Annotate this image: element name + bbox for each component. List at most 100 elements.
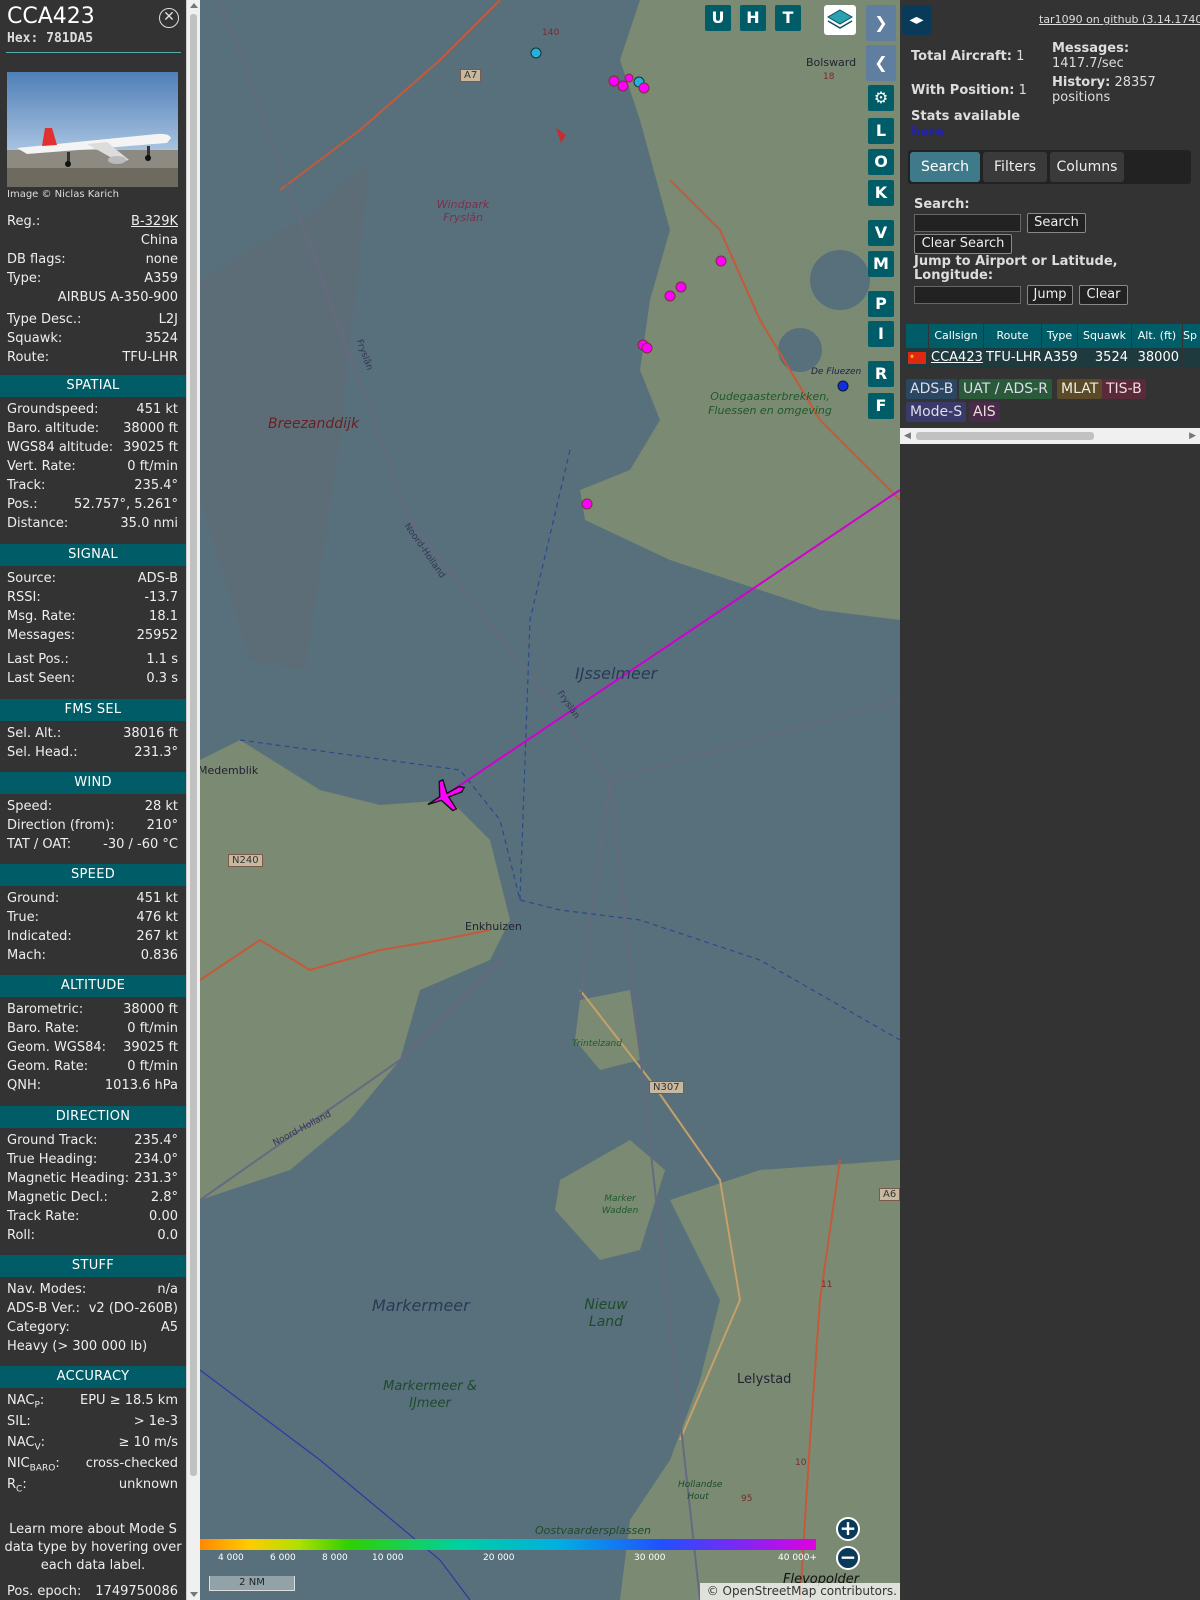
info-label[interactable]: RSSI: <box>7 590 41 605</box>
info-label[interactable]: NICBARO: <box>7 1456 60 1474</box>
expand-sidebar-button[interactable]: ◂▸ <box>902 5 931 35</box>
info-value[interactable]: B-329K <box>131 214 178 229</box>
info-label[interactable]: Speed: <box>7 799 52 814</box>
info-label[interactable]: Vert. Rate: <box>7 459 76 474</box>
info-label[interactable]: Indicated: <box>7 929 72 944</box>
info-label[interactable]: Geom. WGS84: <box>7 1040 106 1055</box>
clear-search-button[interactable]: Clear Search <box>914 234 1012 254</box>
info-label[interactable]: WGS84 altitude: <box>7 440 113 455</box>
scroll-left-icon[interactable]: ◀ <box>904 431 911 441</box>
map-button-p[interactable]: P <box>868 291 894 317</box>
section-header-speed[interactable]: SPEED <box>0 864 186 886</box>
map-button-r[interactable]: R <box>868 361 894 387</box>
info-label[interactable]: Direction (from): <box>7 818 115 833</box>
tab-filters[interactable]: Filters <box>983 152 1047 182</box>
map-button-i[interactable]: I <box>868 321 894 347</box>
search-input[interactable] <box>914 214 1021 232</box>
section-header-accuracy[interactable]: ACCURACY <box>0 1366 186 1388</box>
info-label[interactable]: Category: <box>7 1320 70 1335</box>
jump-button[interactable]: Jump <box>1027 285 1073 305</box>
info-label[interactable]: Track Rate: <box>7 1209 79 1224</box>
info-label[interactable]: Groundspeed: <box>7 402 98 417</box>
map-button-h[interactable]: H <box>740 5 766 31</box>
section-header-stuff[interactable]: STUFF <box>0 1255 186 1277</box>
info-label[interactable]: True: <box>7 910 39 925</box>
info-label[interactable]: Sel. Head.: <box>7 745 78 760</box>
info-label[interactable]: ADS-B Ver.: <box>7 1301 80 1316</box>
layers-button[interactable] <box>824 5 856 35</box>
info-label[interactable]: Last Seen: <box>7 671 75 686</box>
map-view[interactable]: Bolsward Windpark Fryslân Breezanddijk F… <box>200 0 900 1600</box>
map-button-v[interactable]: V <box>868 220 894 246</box>
table-row[interactable] <box>906 348 928 368</box>
info-label[interactable]: Magnetic Heading: <box>7 1171 129 1186</box>
table-cell-squawk[interactable]: 3524 <box>1078 348 1131 368</box>
table-header-altitude[interactable]: Alt. (ft) <box>1132 324 1182 348</box>
scrollbar-thumb[interactable] <box>190 14 197 1476</box>
clear-button[interactable]: Clear <box>1079 285 1128 305</box>
info-label[interactable]: True Heading: <box>7 1152 97 1167</box>
info-label[interactable]: Ground: <box>7 891 59 906</box>
section-header-altitude[interactable]: ALTITUDE <box>0 975 186 997</box>
badge-ais[interactable]: AIS <box>969 402 1000 422</box>
info-label[interactable]: Last Pos.: <box>7 652 69 667</box>
table-cell-callsign[interactable]: CCA423 <box>929 348 983 368</box>
github-link[interactable]: tar1090 on github (3.14.1740) <box>1039 13 1200 26</box>
stats-link[interactable]: here <box>911 125 944 140</box>
info-label[interactable]: Baro. altitude: <box>7 421 99 436</box>
section-header-spatial[interactable]: SPATIAL <box>0 375 186 397</box>
hscroll-thumb[interactable] <box>916 432 1094 440</box>
selected-aircraft-icon[interactable] <box>424 776 468 816</box>
tab-columns[interactable]: Columns <box>1050 152 1124 182</box>
map-button-f[interactable]: F <box>868 393 894 419</box>
next-button[interactable]: ❯ <box>866 5 896 41</box>
map-button-k[interactable]: K <box>868 180 894 206</box>
scroll-up-icon[interactable] <box>190 3 198 8</box>
table-header-speed[interactable]: Sp <box>1183 324 1200 348</box>
search-button[interactable]: Search <box>1027 213 1086 233</box>
info-label[interactable]: Magnetic Decl.: <box>7 1190 108 1205</box>
info-label[interactable]: Source: <box>7 571 56 586</box>
info-label[interactable]: Messages: <box>7 628 75 643</box>
info-label[interactable]: Roll: <box>7 1228 35 1243</box>
section-header-fms[interactable]: FMS SEL <box>0 699 186 721</box>
info-label[interactable]: Ground Track: <box>7 1133 97 1148</box>
info-label[interactable]: NACP: <box>7 1393 44 1411</box>
info-label[interactable]: RC: <box>7 1477 27 1495</box>
info-label[interactable]: Baro. Rate: <box>7 1021 79 1036</box>
table-header-route[interactable]: Route <box>984 324 1041 348</box>
tab-search[interactable]: Search <box>910 152 980 182</box>
info-label[interactable]: NACV: <box>7 1435 45 1453</box>
badge-adsb[interactable]: ADS-B <box>906 379 958 399</box>
table-cell-type[interactable]: A359 <box>1042 348 1077 368</box>
section-header-direction[interactable]: DIRECTION <box>0 1106 186 1128</box>
map-button-l[interactable]: L <box>868 118 894 144</box>
table-cell-altitude[interactable]: 38000 <box>1132 348 1182 368</box>
badge-tisb[interactable]: TIS-B <box>1102 379 1146 399</box>
jump-input[interactable] <box>914 286 1021 304</box>
map-button-o[interactable]: O <box>868 149 894 175</box>
info-label[interactable]: Geom. Rate: <box>7 1059 88 1074</box>
badge-uat-adsr[interactable]: UAT / ADS-R <box>959 379 1052 399</box>
previous-button[interactable]: ❮ <box>866 45 896 81</box>
close-icon[interactable]: ✕ <box>159 8 179 28</box>
info-label[interactable]: SIL: <box>7 1414 31 1429</box>
zoom-in-button[interactable]: + <box>836 1517 860 1541</box>
info-label[interactable]: Barometric: <box>7 1002 83 1017</box>
info-label[interactable]: Mach: <box>7 948 46 963</box>
info-label[interactable]: Heavy (> 300 000 lb) <box>7 1339 147 1354</box>
scroll-right-icon[interactable]: ▶ <box>1189 431 1196 441</box>
badge-mlat[interactable]: MLAT <box>1057 379 1103 399</box>
info-label[interactable]: Msg. Rate: <box>7 609 76 624</box>
table-header-flag[interactable] <box>906 324 928 348</box>
info-label[interactable]: TAT / OAT: <box>7 837 71 852</box>
info-label[interactable]: Distance: <box>7 516 68 531</box>
section-header-wind[interactable]: WIND <box>0 772 186 794</box>
table-header-type[interactable]: Type <box>1042 324 1077 348</box>
info-label[interactable]: Track: <box>7 478 45 493</box>
badge-mode-s[interactable]: Mode-S <box>906 402 967 422</box>
aircraft-photo[interactable] <box>7 72 178 187</box>
scroll-down-icon[interactable] <box>190 1592 198 1597</box>
table-header-squawk[interactable]: Squawk <box>1078 324 1131 348</box>
map-button-t[interactable]: T <box>775 5 801 31</box>
